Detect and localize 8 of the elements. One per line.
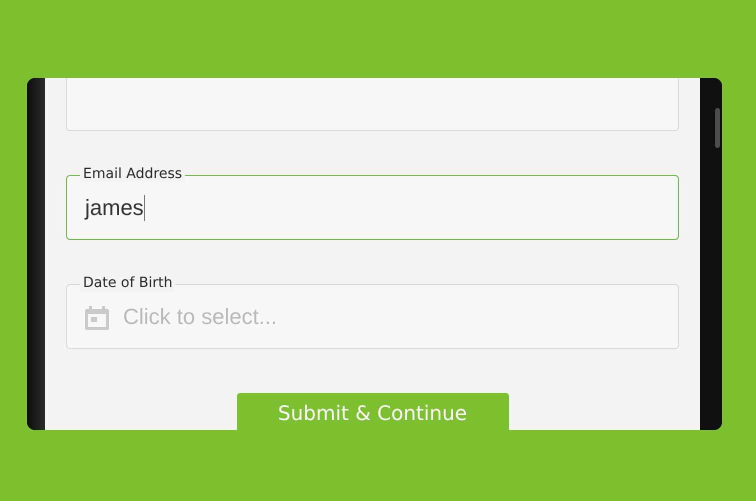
calendar-icon [85,304,109,330]
scrollbar-thumb[interactable] [715,108,720,148]
submit-button[interactable]: Submit & Continue [236,393,508,430]
field-value: james [85,194,144,220]
field-label: Email Address [80,165,186,183]
placeholder: Click to select... [123,304,278,330]
text-cursor [144,194,145,220]
field-label: Date of Birth [80,274,176,292]
